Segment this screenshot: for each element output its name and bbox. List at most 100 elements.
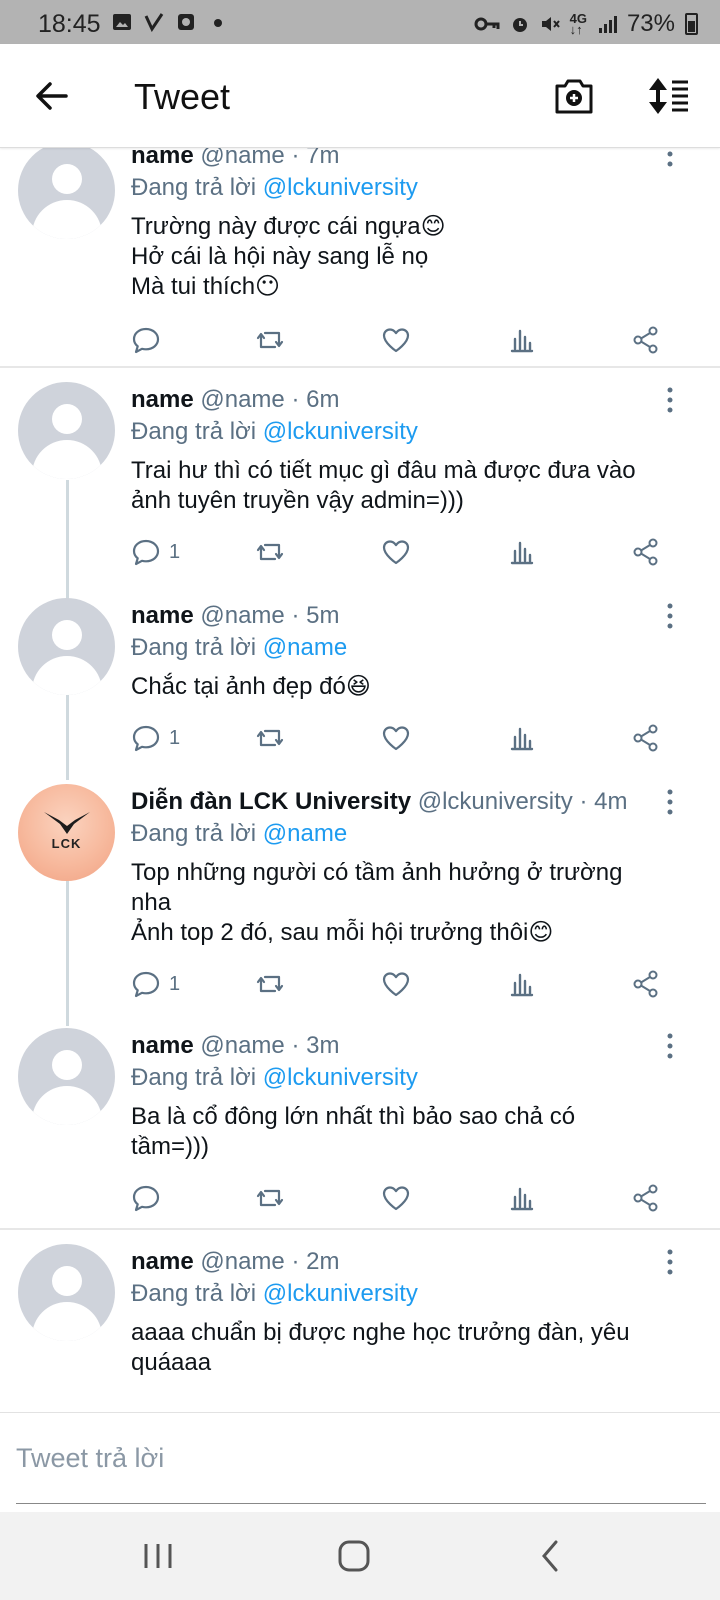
share-button[interactable] — [631, 534, 661, 570]
reply-mention-link[interactable]: @lckuniversity — [263, 1064, 418, 1091]
tweet-handle: @name — [200, 386, 285, 413]
avatar[interactable] — [18, 1028, 115, 1125]
avatar[interactable] — [18, 1244, 115, 1341]
box-icon — [178, 14, 194, 30]
analytics-button[interactable] — [507, 720, 537, 756]
heart-icon — [382, 540, 410, 565]
tweet-actions: 1 — [131, 720, 691, 756]
like-button[interactable] — [381, 322, 411, 358]
reply-mention-link[interactable]: @lckuniversity — [263, 418, 418, 445]
retweet-icon — [256, 975, 284, 993]
avatar[interactable] — [18, 598, 115, 695]
more-options-icon[interactable] — [664, 1032, 676, 1060]
reply-button[interactable] — [131, 1180, 169, 1216]
analytics-icon — [510, 329, 534, 353]
avatar[interactable] — [18, 382, 115, 479]
signal-icon — [598, 16, 617, 33]
tweet-text: Ba là cổ đông lớn nhất thì bảo sao chả c… — [131, 1103, 576, 1160]
tweet-text: Trai hư thì có tiết mục gì đâu mà được đ… — [131, 457, 636, 514]
thread-line — [66, 880, 69, 1026]
tweet-actions: 1 — [131, 966, 691, 1002]
like-button[interactable] — [381, 720, 411, 756]
reply-button[interactable]: 1 — [131, 720, 180, 756]
share-button[interactable] — [631, 720, 661, 756]
tweet-author-name[interactable]: name — [131, 148, 194, 169]
thread-line — [66, 480, 69, 600]
retweet-button[interactable] — [255, 1180, 285, 1216]
share-button[interactable] — [631, 322, 661, 358]
retweet-button[interactable] — [255, 720, 285, 756]
sort-icon[interactable] — [648, 74, 692, 118]
page-title: Tweet — [134, 76, 231, 117]
more-options-icon[interactable] — [664, 148, 676, 168]
share-icon — [633, 326, 658, 354]
replying-label: Đang trả lời — [131, 418, 257, 445]
tweet-author-name[interactable]: name — [131, 386, 194, 413]
tweet-author-name[interactable]: Diễn đàn LCK University — [131, 788, 411, 815]
reply-mention-link[interactable]: @name — [263, 634, 347, 661]
reply-mention-link[interactable]: @lckuniversity — [263, 174, 418, 201]
input-underline — [16, 1503, 706, 1504]
heart-icon — [382, 972, 410, 997]
recent-apps-icon[interactable] — [136, 1534, 180, 1578]
reply-icon — [132, 971, 160, 998]
tweet-author-name[interactable]: name — [131, 1248, 194, 1275]
reply-button[interactable] — [131, 322, 169, 358]
more-options-icon[interactable] — [664, 386, 676, 414]
analytics-button[interactable] — [507, 322, 537, 358]
like-button[interactable] — [381, 1180, 411, 1216]
avatar-logo-text: LCK — [51, 836, 82, 851]
alarm-icon — [512, 18, 527, 32]
replying-label: Đang trả lời — [131, 1064, 257, 1091]
more-options-icon[interactable] — [664, 788, 676, 816]
retweet-button[interactable] — [255, 322, 285, 358]
like-button[interactable] — [381, 534, 411, 570]
tweet-time: 2m — [306, 1248, 340, 1275]
avatar-lck[interactable]: LCK — [18, 784, 115, 881]
reply-mention-link[interactable]: @lckuniversity — [263, 1280, 418, 1307]
app-bar: Tweet — [0, 44, 720, 148]
arrow-left-icon[interactable] — [30, 74, 74, 118]
tweet-text: aaaa chuẩn bị được nghe học trưởng đàn, … — [131, 1319, 630, 1376]
reply-mention-link[interactable]: @name — [263, 820, 347, 847]
analytics-button[interactable] — [507, 966, 537, 1002]
reply-icon — [132, 327, 160, 354]
tweet-time: 7m — [306, 148, 340, 169]
tweet-text: Chắc tại ảnh đẹp đó😆 — [131, 673, 371, 700]
tweet-actions — [131, 322, 691, 358]
more-options-icon[interactable] — [664, 1248, 676, 1276]
analytics-icon — [510, 727, 534, 751]
dot-icon — [214, 19, 222, 27]
share-button[interactable] — [631, 966, 661, 1002]
key-icon — [474, 17, 500, 31]
retweet-icon — [256, 729, 284, 747]
share-icon — [633, 970, 658, 998]
tweet-text: Top những người có tầm ảnh hưởng ở trườn… — [131, 859, 623, 946]
analytics-button[interactable] — [507, 534, 537, 570]
tweet-actions — [131, 1180, 691, 1216]
analytics-icon — [510, 1187, 534, 1211]
tweet-author-name[interactable]: name — [131, 602, 194, 629]
tweet-author-name[interactable]: name — [131, 1032, 194, 1059]
reply-button[interactable]: 1 — [131, 966, 180, 1002]
back-nav-icon[interactable] — [530, 1534, 574, 1578]
home-icon[interactable] — [332, 1534, 376, 1578]
reply-input[interactable]: Tweet trả lời — [16, 1443, 164, 1474]
tweet-actions: 1 — [131, 534, 691, 570]
reply-compose-bar[interactable]: Tweet trả lời — [0, 1412, 720, 1512]
retweet-button[interactable] — [255, 534, 285, 570]
mute-icon — [541, 17, 560, 31]
retweet-icon — [256, 1189, 284, 1207]
more-options-icon[interactable] — [664, 602, 676, 630]
reply-button[interactable]: 1 — [131, 534, 180, 570]
reply-count: 1 — [169, 540, 181, 563]
share-button[interactable] — [631, 1180, 661, 1216]
camera-plus-icon[interactable] — [552, 74, 596, 118]
analytics-button[interactable] — [507, 1180, 537, 1216]
like-button[interactable] — [381, 966, 411, 1002]
avatar[interactable] — [18, 148, 115, 239]
4g-icon: 4G ↓↑ — [569, 11, 587, 37]
heart-icon — [382, 328, 410, 353]
tweet-text: Trường này được cái ngựa😊 Hở cái là hội … — [131, 213, 446, 300]
retweet-button[interactable] — [255, 966, 285, 1002]
